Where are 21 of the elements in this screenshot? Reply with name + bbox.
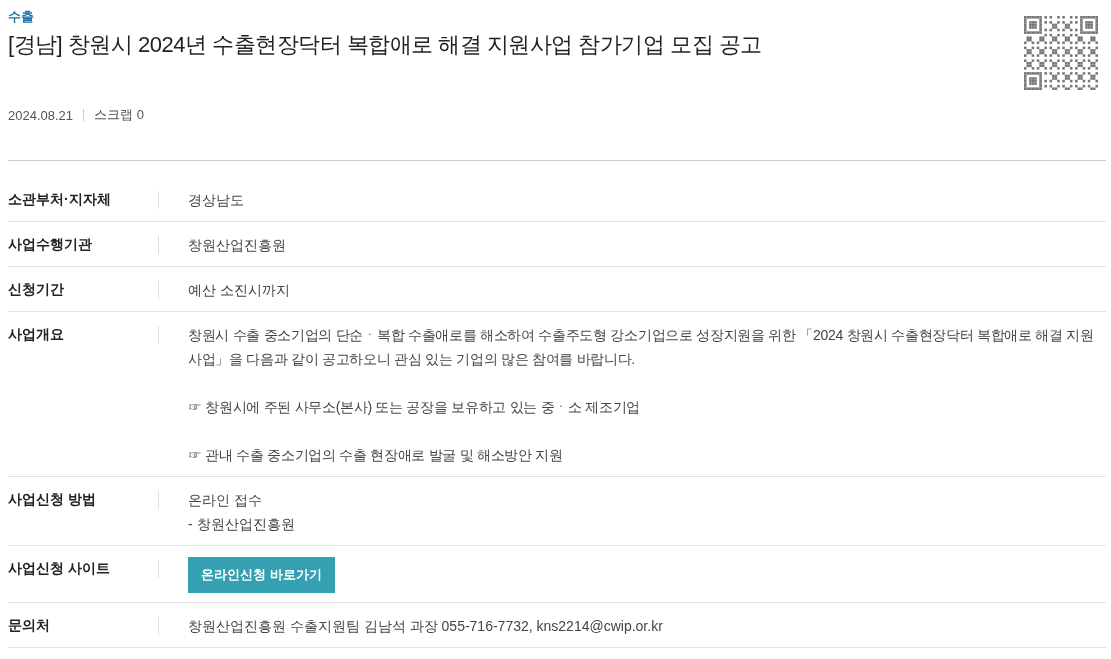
- field-value: 창원산업진흥원 수출지원팀 김남석 과장 055-716-7732, kns2214@cwip.or.kr: [188, 617, 664, 636]
- paragraph: 창원시 수출 중소기업의 단순ㆍ복합 수출애로를 해소하여 수출주도형 강소기업으로 성장지원을 위한 「2024 창원시 수출현장닥터 복합애로 해결 지원사업」을 다음과 같이 공고하오니 관심 있는 기업의 많은 참여를 바랍니다.: [188, 326, 1095, 369]
- category-label: 수출: [8, 8, 35, 26]
- field-label: 신청기간: [8, 280, 65, 299]
- field-value: 온라인 접수: [188, 491, 263, 510]
- paragraph: ☞ 창원시에 주된 사무소(본사) 또는 공장을 보유하고 있는 중ㆍ소 제조기업: [188, 398, 642, 417]
- field-label: 소관부처·지자체: [8, 190, 112, 209]
- field-value: - 창원산업진흥원: [188, 515, 296, 534]
- field-label: 사업신청 방법: [8, 490, 97, 509]
- scrap-count: 스크랩 0: [94, 106, 144, 124]
- paragraph: ☞ 관내 수출 중소기업의 수출 현장애로 발굴 및 해소방안 지원: [188, 446, 564, 465]
- page-title: [경남] 창원시 2024년 수출현장닥터 복합애로 해결 지원사업 참가기업 모집 공고: [8, 31, 762, 59]
- field-value: 경상남도: [188, 191, 245, 210]
- field-label: 사업수행기관: [8, 235, 93, 254]
- apply-online-button[interactable]: 온라인신청 바로가기: [188, 557, 335, 593]
- field-label: 사업개요: [8, 325, 65, 344]
- field-label: 문의처: [8, 616, 51, 635]
- field-value: 창원산업진흥원: [188, 236, 287, 255]
- field-label: 사업신청 사이트: [8, 559, 111, 578]
- post-date: 2024.08.21: [8, 107, 74, 123]
- field-value: 예산 소진시까지: [188, 281, 291, 300]
